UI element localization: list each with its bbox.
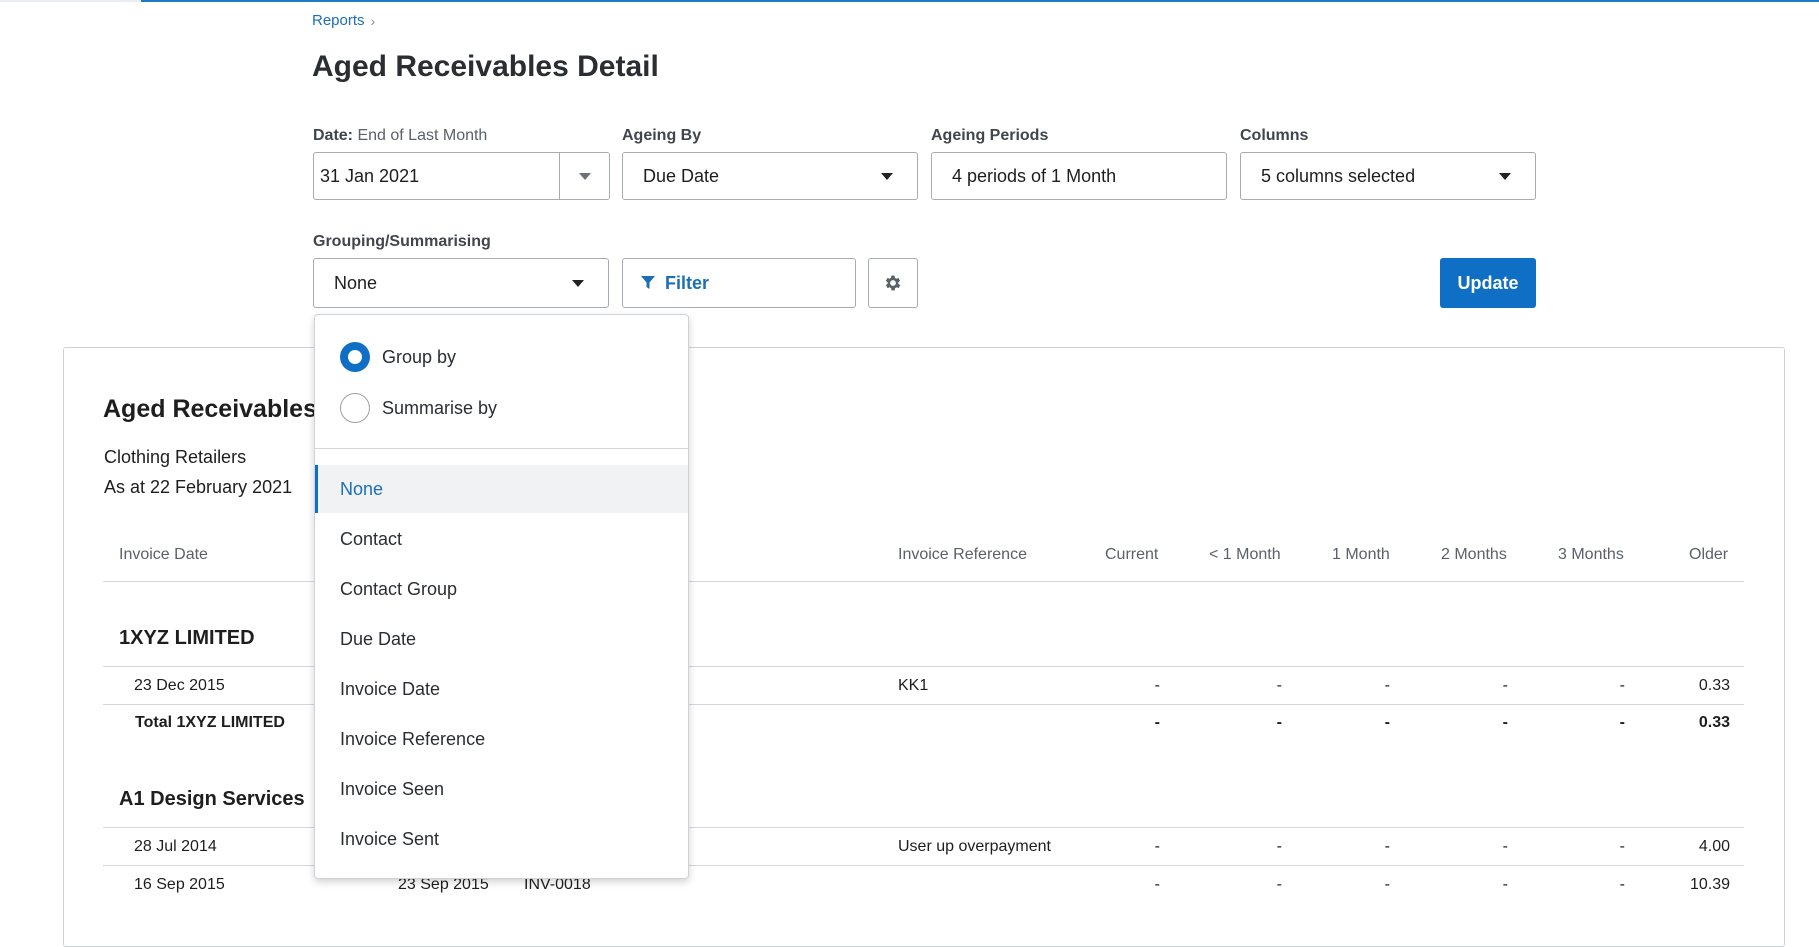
total-older: 0.33 [1698,714,1730,731]
col-1-month[interactable]: 1 Month [1332,546,1390,564]
summarise-by-radio-row[interactable]: Summarise by [340,393,497,423]
row-1-month: - [1384,838,1390,855]
row-invoice-ref: KK1 [898,677,929,694]
col-3-months[interactable]: 3 Months [1558,546,1624,564]
radio-unselected-icon[interactable] [340,393,370,423]
grouping-option-invoice-seen[interactable]: Invoice Seen [315,765,688,813]
row-invoice-date[interactable]: 28 Jul 2014 [134,838,217,856]
chevron-down-icon [881,172,893,180]
chevron-down-icon [578,172,591,180]
top-line-segment [0,0,141,2]
row-1-month: - [1384,876,1390,893]
grouping-label: Grouping/Summarising [313,233,491,250]
date-label: Date: End of Last Month [313,127,487,145]
col-current[interactable]: Current [1105,546,1158,564]
dropdown-divider [315,448,688,449]
report-org-name: Clothing Retailers [104,447,247,467]
summarise-by-label: Summarise by [382,397,498,418]
row-invoice-date[interactable]: 16 Sep 2015 [134,876,225,894]
row-older: 10.39 [1689,876,1730,893]
page-title: Aged Receivables Detail [312,50,659,83]
grouping-option-due-date[interactable]: Due Date [315,615,688,663]
grouping-option-none[interactable]: None [315,465,688,513]
date-input[interactable]: 31 Jan 2021 [314,166,559,187]
row-1-month: - [1384,677,1390,694]
row-current: - [1154,838,1160,855]
row-invoice-ref: User up overpayment [898,838,1051,855]
row-older: 0.33 [1698,677,1730,694]
col-older[interactable]: Older [1689,546,1728,564]
top-accent-line [0,0,1819,2]
ageing-by-value: Due Date [643,165,720,186]
grouping-option-contact[interactable]: Contact [315,515,688,563]
col-invoice-reference[interactable]: Invoice Reference [898,546,1027,564]
grouping-option-contact-group[interactable]: Contact Group [315,565,688,613]
date-label-sub: End of Last Month [357,127,488,144]
filter-icon [641,276,655,289]
update-button[interactable]: Update [1440,258,1536,308]
row-2-months: - [1502,876,1508,893]
row-2-months: - [1502,838,1508,855]
grouping-option-invoice-date[interactable]: Invoice Date [315,665,688,713]
ageing-periods-field[interactable]: 4 periods of 1 Month [931,152,1227,200]
grouping-value: None [334,272,378,293]
row-less-1-month: - [1276,838,1282,855]
row-less-1-month: - [1276,677,1282,694]
row-2-months: - [1502,677,1508,694]
ageing-periods-value: 4 periods of 1 Month [952,165,1117,186]
total-less-1-month: - [1276,714,1282,731]
total-2-months: - [1502,714,1508,731]
row-current: - [1154,677,1160,694]
filter-button[interactable]: Filter [622,258,856,308]
columns-select[interactable]: 5 columns selected [1240,152,1536,200]
group-by-label: Group by [382,346,457,367]
breadcrumb-chevron-icon: › [370,12,376,29]
total-1-month: - [1384,714,1390,731]
group-heading: 1XYZ LIMITED [119,627,255,649]
col-2-months[interactable]: 2 Months [1441,546,1507,564]
breadcrumb: Reports › [312,12,375,29]
row-older: 4.00 [1698,838,1730,855]
columns-label: Columns [1240,127,1309,144]
row-current: - [1154,876,1160,893]
settings-button[interactable] [868,258,918,308]
ageing-periods-label: Ageing Periods [931,127,1049,144]
report-as-at: As at 22 February 2021 [104,477,293,497]
ageing-by-select[interactable]: Due Date [622,152,918,200]
total-current: - [1154,714,1160,731]
breadcrumb-reports-link[interactable]: Reports [312,12,365,29]
gear-icon [885,275,901,291]
grouping-select[interactable]: None [313,258,609,308]
row-3-months: - [1619,677,1625,694]
columns-value: 5 columns selected [1261,165,1416,186]
report-title: Aged Receivables [103,395,317,423]
grouping-dropdown-menu: Group by Summarise by None Contact Conta… [314,314,689,879]
radio-dot [348,350,362,364]
group-heading: A1 Design Services [119,788,305,810]
col-less-1-month[interactable]: < 1 Month [1209,546,1281,564]
date-label-text: Date: [313,127,354,144]
radio-selected-icon[interactable] [340,342,370,372]
row-3-months: - [1619,876,1625,893]
row-less-1-month: - [1276,876,1282,893]
grouping-option-invoice-sent[interactable]: Invoice Sent [315,815,688,863]
date-field[interactable]: 31 Jan 2021 [313,152,610,200]
chevron-down-icon [572,279,584,287]
ageing-by-label: Ageing By [622,127,702,144]
col-invoice-date[interactable]: Invoice Date [119,546,208,564]
date-picker-button[interactable] [559,153,609,199]
total-3-months: - [1619,714,1625,731]
row-3-months: - [1619,838,1625,855]
grouping-option-invoice-reference[interactable]: Invoice Reference [315,715,688,763]
chevron-down-icon [1499,172,1511,180]
filter-label: Filter [665,272,710,293]
total-label: Total 1XYZ LIMITED [135,714,285,731]
group-by-radio-row[interactable]: Group by [340,342,456,372]
row-invoice-date[interactable]: 23 Dec 2015 [134,677,225,695]
